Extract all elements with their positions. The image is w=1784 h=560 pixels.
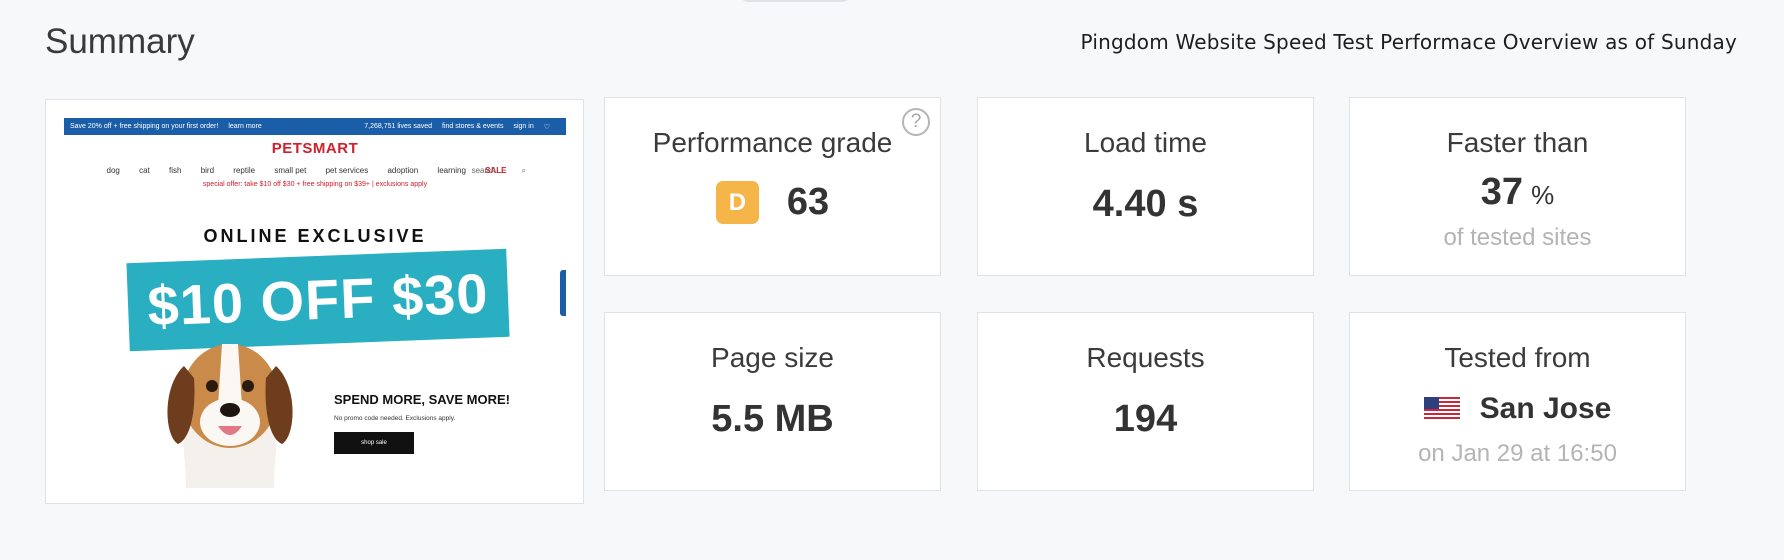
faster-than-card: Faster than 37% of tested sites: [1349, 97, 1686, 276]
top-tab-handle: [740, 0, 850, 2]
beagle-image: [167, 344, 293, 488]
heart-icon: ♡: [543, 123, 550, 131]
tested-from-card: Tested from San Jose on Jan 29 at 16:50: [1349, 312, 1686, 491]
screenshot-search: search... ⌕: [472, 166, 543, 176]
nav-item: pet services: [325, 166, 369, 175]
promo-bar: Save 20% off + free shipping on your fir…: [64, 118, 566, 135]
faster-than-label: Faster than: [1446, 127, 1589, 158]
load-time-value: 4.40 s: [1092, 183, 1199, 225]
percent-unit: %: [1531, 180, 1555, 210]
promo-link: learn more: [228, 123, 262, 130]
nav-item: cat: [139, 166, 150, 175]
requests-value: 194: [1113, 398, 1178, 440]
test-date: on Jan 29 at 16:50: [1418, 440, 1617, 467]
page-title: Summary: [45, 22, 195, 61]
grade-row: D 63: [605, 181, 940, 224]
search-icon: ⌕: [521, 166, 526, 175]
promo-signin: sign in: [513, 123, 534, 130]
location-name: San Jose: [1479, 392, 1612, 425]
performance-grade-card: ? Performance grade D 63: [604, 97, 941, 276]
nav-item: small pet: [274, 166, 307, 175]
grade-badge: D: [715, 181, 759, 224]
page-size-value: 5.5 MB: [711, 398, 834, 440]
website-screenshot: Save 20% off + free shipping on your fir…: [45, 99, 584, 504]
promo-stores: find stores & events: [442, 123, 504, 130]
page-subtitle: Pingdom Website Speed Test Performace Ov…: [1080, 30, 1737, 54]
no-promo-text: No promo code needed. Exclusions apply.: [334, 415, 456, 422]
tested-from-label: Tested from: [1444, 342, 1591, 373]
location-row: San Jose: [1350, 392, 1685, 426]
promo-lives: 7,268,751 lives saved: [364, 123, 432, 130]
nav-item: learning: [437, 166, 466, 175]
us-flag-icon: [1423, 397, 1460, 421]
nav-item: dog: [106, 166, 120, 175]
help-icon[interactable]: ?: [902, 108, 930, 136]
load-time-label: Load time: [1084, 127, 1207, 158]
screenshot-nav: dog cat fish bird reptile small pet pet …: [70, 166, 560, 175]
nav-item: adoption: [387, 166, 419, 175]
special-offer: special offer: take $10 off $30 + free s…: [202, 181, 428, 188]
performance-grade-label: Performance grade: [652, 127, 893, 158]
petsmart-logo: PETSMART: [271, 140, 359, 157]
nav-item: reptile: [233, 166, 256, 175]
grade-score: 63: [786, 181, 830, 223]
requests-label: Requests: [1086, 342, 1205, 373]
requests-card: Requests 194: [977, 312, 1314, 491]
page-size-card: Page size 5.5 MB: [604, 312, 941, 491]
screenshot-content: Save 20% off + free shipping on your fir…: [64, 118, 566, 488]
faster-than-row: 37%: [1350, 171, 1685, 214]
shop-sale-button: shop sale: [334, 432, 414, 454]
faster-than-sub: of tested sites: [1443, 224, 1592, 251]
nav-item: bird: [200, 166, 215, 175]
spend-more-text: SPEND MORE, SAVE MORE!: [334, 392, 511, 407]
nav-item: fish: [169, 166, 182, 175]
load-time-card: Load time 4.40 s: [977, 97, 1314, 276]
faster-than-value: 37: [1480, 171, 1524, 213]
promo-text: Save 20% off + free shipping on your fir…: [70, 123, 219, 130]
page-size-label: Page size: [711, 342, 834, 373]
search-placeholder: search...: [471, 166, 503, 175]
headline: ONLINE EXCLUSIVE: [203, 226, 427, 246]
side-tab: [560, 270, 566, 316]
